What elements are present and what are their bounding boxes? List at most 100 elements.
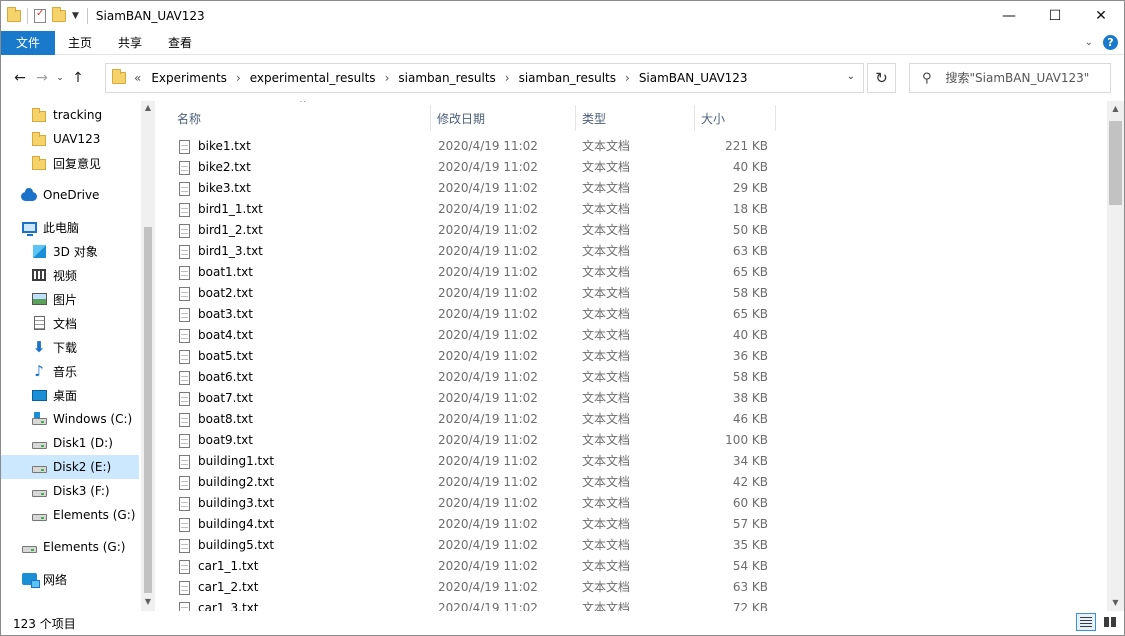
tab-share[interactable]: 共享 [105, 31, 155, 55]
chevron-down-icon[interactable]: ▼ [72, 11, 79, 21]
file-size: 46 KB [732, 412, 768, 426]
column-header-size[interactable]: 大小 [695, 105, 776, 131]
breadcrumb-item[interactable]: Experiments [147, 71, 231, 85]
file-row[interactable]: car1_3.txt 2020/4/19 11:02 文本文档 72 KB [175, 598, 775, 611]
file-list-scrollbar[interactable]: ▲ ▼ [1107, 101, 1124, 611]
file-row[interactable]: building2.txt 2020/4/19 11:02 文本文档 42 KB [175, 472, 775, 493]
file-date: 2020/4/19 11:02 [438, 265, 538, 279]
scroll-up-arrow-icon[interactable]: ▲ [141, 101, 155, 115]
music-icon: ♪ [34, 362, 44, 380]
file-name-cell: building4.txt [179, 514, 274, 535]
up-arrow-icon[interactable]: ↑ [67, 70, 89, 86]
recent-locations-chevron-icon[interactable]: ⌄ [53, 73, 67, 83]
properties-icon[interactable] [34, 8, 46, 23]
search-box[interactable]: ⚲ [909, 63, 1111, 93]
text-file-icon [179, 349, 190, 364]
nav-item-this-pc[interactable]: 此电脑 [21, 215, 141, 239]
help-icon[interactable]: ? [1103, 35, 1118, 50]
drive-icon [21, 546, 37, 553]
nav-item-music[interactable]: ♪ 音乐 [31, 359, 141, 383]
nav-item-network[interactable]: 网络 [21, 567, 141, 591]
nav-item-disk3-f[interactable]: Disk3 (F:) [31, 479, 141, 503]
forward-arrow-icon[interactable]: → [31, 70, 53, 86]
scroll-down-arrow-icon[interactable]: ▼ [1107, 595, 1124, 611]
nav-item-desktop[interactable]: 桌面 [31, 383, 141, 407]
breadcrumb-separator-icon[interactable]: › [620, 71, 635, 85]
file-row[interactable]: bike3.txt 2020/4/19 11:02 文本文档 29 KB [175, 178, 775, 199]
back-arrow-icon[interactable]: ← [9, 70, 31, 86]
search-input[interactable] [945, 71, 1096, 85]
address-dropdown-chevron-icon[interactable]: ⌄ [847, 71, 855, 82]
breadcrumb-overflow[interactable]: « [134, 71, 141, 85]
breadcrumb-item[interactable]: siamban_results [394, 71, 499, 85]
nav-item-onedrive[interactable]: OneDrive [21, 183, 141, 207]
column-header-type[interactable]: 类型 [576, 105, 695, 131]
file-row[interactable]: car1_1.txt 2020/4/19 11:02 文本文档 54 KB [175, 556, 775, 577]
breadcrumb-item[interactable]: siamban_results [515, 71, 620, 85]
nav-item-windows-c[interactable]: Windows (C:) [31, 407, 141, 431]
breadcrumb-separator-icon[interactable]: › [231, 71, 246, 85]
column-header-date-modified[interactable]: 修改日期 [431, 105, 576, 131]
file-row[interactable]: boat1.txt 2020/4/19 11:02 文本文档 65 KB [175, 262, 775, 283]
tab-view[interactable]: 查看 [155, 31, 205, 55]
nav-item-review-comments[interactable]: 回复意见 [31, 151, 141, 175]
nav-item-disk1-d[interactable]: Disk1 (D:) [31, 431, 141, 455]
nav-item-documents[interactable]: 文档 [31, 311, 141, 335]
file-name: bird1_2.txt [198, 223, 263, 237]
close-button[interactable]: ✕ [1078, 1, 1124, 31]
large-icons-view-icon [1104, 617, 1116, 627]
file-row[interactable]: building3.txt 2020/4/19 11:02 文本文档 60 KB [175, 493, 775, 514]
nav-item-tracking[interactable]: tracking [31, 103, 141, 127]
file-row[interactable]: bird1_2.txt 2020/4/19 11:02 文本文档 50 KB [175, 220, 775, 241]
breadcrumb-item-current[interactable]: SiamBAN_UAV123 [635, 71, 752, 85]
file-row[interactable]: boat7.txt 2020/4/19 11:02 文本文档 38 KB [175, 388, 775, 409]
expand-ribbon-icon[interactable]: ⌄ [1085, 37, 1093, 48]
documents-icon [33, 316, 45, 330]
file-row[interactable]: bike1.txt 2020/4/19 11:02 文本文档 221 KB [175, 136, 775, 157]
text-file-icon [179, 223, 190, 238]
nav-item-3d-objects[interactable]: 3D 对象 [31, 239, 141, 263]
minimize-button[interactable]: — [986, 1, 1032, 31]
file-row[interactable]: car1_2.txt 2020/4/19 11:02 文本文档 63 KB [175, 577, 775, 598]
file-row[interactable]: boat6.txt 2020/4/19 11:02 文本文档 58 KB [175, 367, 775, 388]
file-name: bike2.txt [198, 160, 251, 174]
file-row[interactable]: boat4.txt 2020/4/19 11:02 文本文档 40 KB [175, 325, 775, 346]
file-size: 60 KB [732, 496, 768, 510]
nav-item-elements-g[interactable]: Elements (G:) [31, 503, 141, 527]
scrollbar-thumb[interactable] [144, 227, 152, 593]
file-row[interactable]: boat5.txt 2020/4/19 11:02 文本文档 36 KB [175, 346, 775, 367]
address-bar[interactable]: « Experiments › experimental_results › s… [105, 63, 864, 93]
window-title: SiamBAN_UAV123 [95, 9, 205, 23]
large-icons-view-button[interactable] [1100, 613, 1120, 631]
breadcrumb-separator-icon[interactable]: › [380, 71, 395, 85]
scroll-up-arrow-icon[interactable]: ▲ [1107, 101, 1124, 117]
file-row[interactable]: bird1_3.txt 2020/4/19 11:02 文本文档 63 KB [175, 241, 775, 262]
nav-item-elements-g-root[interactable]: Elements (G:) [21, 535, 141, 559]
file-row[interactable]: bird1_1.txt 2020/4/19 11:02 文本文档 18 KB [175, 199, 775, 220]
nav-item-uav123[interactable]: UAV123 [31, 127, 141, 151]
file-row[interactable]: boat2.txt 2020/4/19 11:02 文本文档 58 KB [175, 283, 775, 304]
nav-item-videos[interactable]: 视频 [31, 263, 141, 287]
breadcrumb-separator-icon[interactable]: › [500, 71, 515, 85]
details-view-button[interactable] [1076, 613, 1096, 631]
tab-file[interactable]: 文件 [1, 30, 55, 55]
file-row[interactable]: bike2.txt 2020/4/19 11:02 文本文档 40 KB [175, 157, 775, 178]
file-row[interactable]: boat9.txt 2020/4/19 11:02 文本文档 100 KB [175, 430, 775, 451]
file-row[interactable]: boat8.txt 2020/4/19 11:02 文本文档 46 KB [175, 409, 775, 430]
refresh-button[interactable]: ↻ [867, 63, 896, 93]
maximize-button[interactable]: ☐ [1032, 1, 1078, 31]
scrollbar-thumb[interactable] [1109, 121, 1122, 205]
column-header-name[interactable]: 名称 [171, 105, 431, 131]
nav-item-pictures[interactable]: 图片 [31, 287, 141, 311]
breadcrumb-item[interactable]: experimental_results [246, 71, 380, 85]
file-row[interactable]: boat3.txt 2020/4/19 11:02 文本文档 65 KB [175, 304, 775, 325]
nav-pane-scrollbar[interactable]: ▲ ▼ [141, 101, 155, 611]
tab-home[interactable]: 主页 [55, 31, 105, 55]
file-row[interactable]: building5.txt 2020/4/19 11:02 文本文档 35 KB [175, 535, 775, 556]
nav-item-disk2-e[interactable]: Disk2 (E:) [1, 455, 139, 479]
nav-item-downloads[interactable]: ⬇ 下载 [31, 335, 141, 359]
file-row[interactable]: building4.txt 2020/4/19 11:02 文本文档 57 KB [175, 514, 775, 535]
scroll-down-arrow-icon[interactable]: ▼ [141, 595, 155, 609]
new-folder-icon[interactable] [52, 7, 66, 22]
file-row[interactable]: building1.txt 2020/4/19 11:02 文本文档 34 KB [175, 451, 775, 472]
